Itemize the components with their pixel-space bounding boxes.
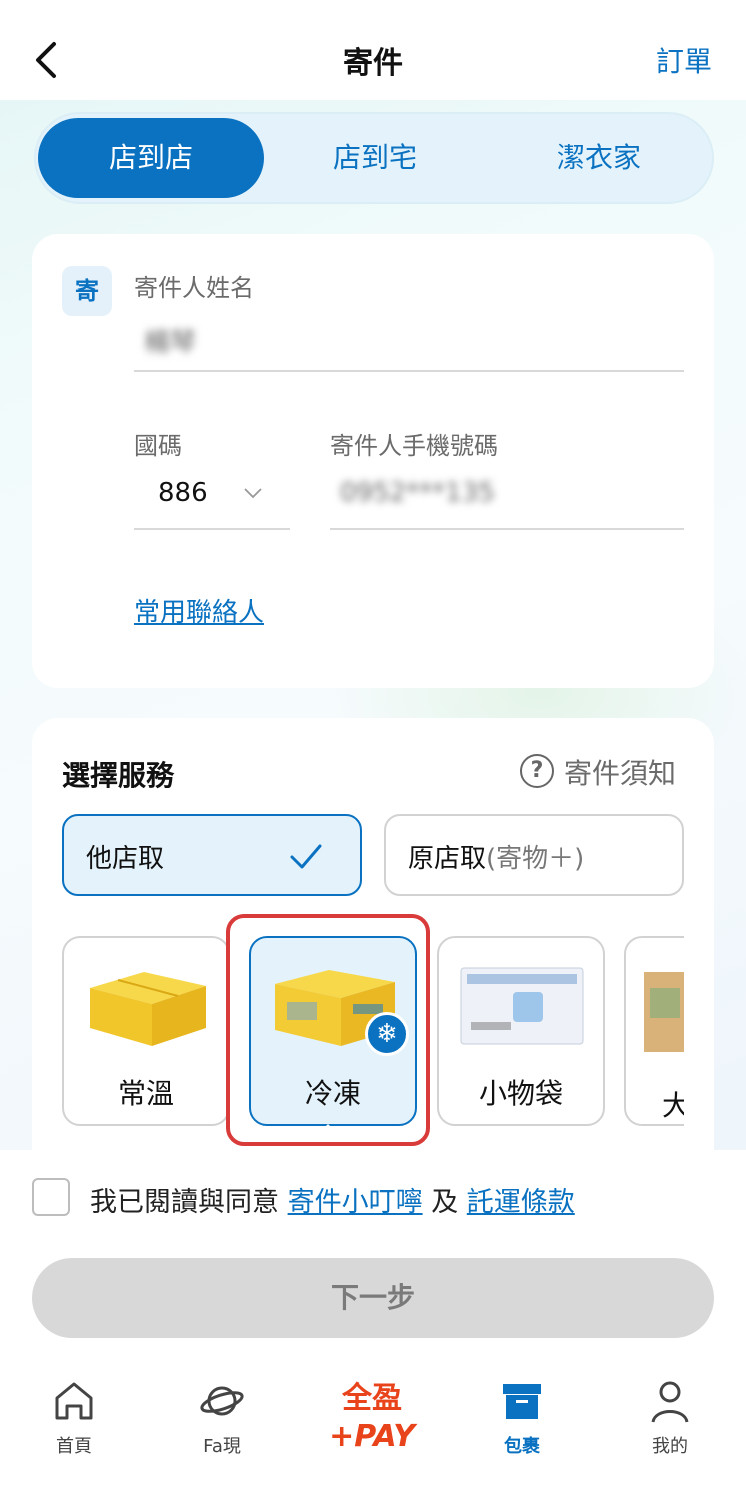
temp-label: 大 <box>662 1089 684 1122</box>
temp-label: 小物袋 <box>478 1077 563 1110</box>
person-icon <box>651 1381 689 1423</box>
page-title: 寄件 <box>343 46 403 81</box>
planet-icon <box>200 1386 244 1416</box>
temp-option-large[interactable]: 大 <box>624 936 684 1126</box>
pickup-other-store-option[interactable]: 他店取 <box>62 814 362 896</box>
sender-phone-field[interactable]: 0952***135 <box>340 478 495 508</box>
nav-label: 我的 <box>652 1436 688 1457</box>
bottom-nav: 首頁 Fa現 全盈 +PAY 包裹 我的 <box>0 1368 746 1489</box>
next-button[interactable]: 下一步 <box>32 1258 714 1338</box>
large-box-image <box>644 972 684 1052</box>
pickup-label: 原店取(寄物＋) <box>408 844 585 874</box>
temp-option-room[interactable]: 常溫 <box>62 936 230 1126</box>
sender-info-card: 寄 寄件人姓名 楊琴 國碼 886 寄件人手機號碼 0952***135 常用聯… <box>32 234 714 688</box>
home-icon <box>55 1382 93 1420</box>
country-field-underline <box>134 528 290 530</box>
tab-store-to-store[interactable]: 店到店 <box>38 118 264 198</box>
check-icon <box>290 844 322 869</box>
sender-badge: 寄 <box>62 266 112 316</box>
nav-label: Fa現 <box>203 1436 241 1457</box>
name-field-underline <box>134 370 684 372</box>
shipping-type-tabs: 店到店 店到宅 潔衣家 <box>34 112 714 204</box>
agree-text: 我已閱讀與同意 寄件小叮嚀 及 託運條款 <box>90 1180 575 1219</box>
frequent-contacts-link[interactable]: 常用聯絡人 <box>134 592 264 629</box>
sender-phone-label: 寄件人手機號碼 <box>330 432 498 460</box>
nav-label: 包裹 <box>504 1436 540 1457</box>
svg-text:+PAY: +PAY <box>329 1419 418 1454</box>
agree-and: 及 <box>431 1187 459 1218</box>
service-title: 選擇服務 <box>62 759 175 792</box>
chevron-down-icon <box>244 488 262 499</box>
bottom-panel: 我已閱讀與同意 寄件小叮嚀 及 託運條款 下一步 首頁 Fa現 全盈 +PAY <box>0 1150 746 1489</box>
sender-name-label: 寄件人姓名 <box>134 274 254 302</box>
nav-item-fa-cash[interactable]: Fa現 <box>162 1378 282 1458</box>
nav-item-package[interactable]: 包裹 <box>462 1378 582 1458</box>
yellow-box-image <box>90 972 206 1046</box>
nav-label: 首頁 <box>56 1436 92 1457</box>
pickup-same-store-option[interactable]: 原店取(寄物＋) <box>384 814 684 896</box>
nav-item-home[interactable]: 首頁 <box>14 1378 134 1458</box>
orders-link[interactable]: 訂單 <box>656 40 712 80</box>
package-box-icon <box>503 1384 541 1419</box>
notice-label: 寄件須知 <box>564 757 677 790</box>
agree-prefix: 我已閱讀與同意 <box>90 1187 279 1218</box>
small-bag-image <box>460 967 584 1045</box>
shipping-notice-link[interactable]: ? 寄件須知 <box>520 752 684 790</box>
nav-item-profile[interactable]: 我的 <box>610 1378 730 1458</box>
country-code-value: 886 <box>158 478 208 508</box>
shipping-tips-link[interactable]: 寄件小叮嚀 <box>288 1187 423 1218</box>
terms-link[interactable]: 託運條款 <box>467 1187 575 1218</box>
sender-name-field[interactable]: 楊琴 <box>144 322 196 359</box>
tab-store-to-home[interactable]: 店到宅 <box>262 118 488 198</box>
frozen-highlight-outline <box>226 914 430 1146</box>
temp-label: 常溫 <box>117 1077 174 1110</box>
quanying-pay-logo[interactable]: 全盈 +PAY <box>316 1372 428 1456</box>
temp-option-small-bag[interactable]: 小物袋 <box>437 936 605 1126</box>
tab-laundry[interactable]: 潔衣家 <box>486 118 712 198</box>
pickup-label: 他店取 <box>86 844 165 874</box>
country-code-label: 國碼 <box>134 432 182 460</box>
question-icon: ? <box>520 754 554 788</box>
phone-field-underline <box>330 528 684 530</box>
app-header: 寄件 訂單 <box>0 0 746 100</box>
country-code-select[interactable]: 886 <box>134 474 290 528</box>
agree-checkbox[interactable] <box>32 1178 70 1216</box>
selection-pointer <box>312 1124 344 1140</box>
svg-text:全盈: 全盈 <box>341 1381 402 1416</box>
